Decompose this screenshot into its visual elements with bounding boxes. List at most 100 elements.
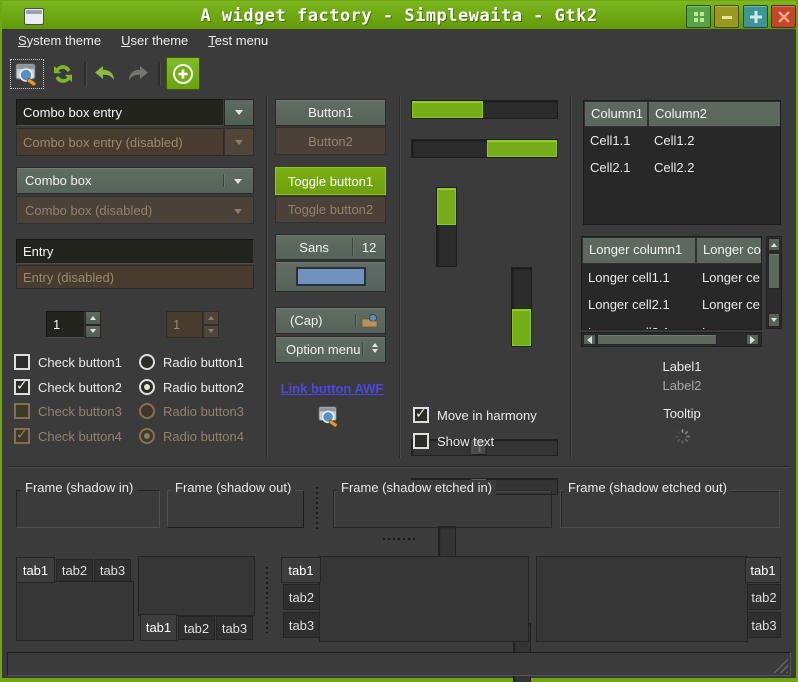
- spin-button[interactable]: [46, 311, 101, 338]
- vertical-scrollbar[interactable]: [766, 236, 782, 329]
- spinner-icon: [674, 428, 691, 448]
- scrollbar-thumb[interactable]: [768, 253, 780, 289]
- check-button-row: Check button4: [14, 428, 122, 444]
- minimize-button[interactable]: [714, 5, 739, 28]
- toolbar-undo-button[interactable]: [90, 59, 120, 89]
- column-header[interactable]: Longer col: [696, 237, 762, 264]
- radio-label: Radio button1: [163, 355, 244, 370]
- notebook1-page: [16, 581, 134, 641]
- tab[interactable]: tab2: [178, 616, 215, 640]
- progressbar-vertical-1: [436, 187, 457, 267]
- close-button[interactable]: [771, 5, 796, 28]
- radio: [139, 428, 155, 444]
- font-button[interactable]: Sans 12: [275, 234, 386, 260]
- app-window: A widget factory - Simplewaita - Gtk2 Sy…: [0, 0, 798, 682]
- checkbox-label: Check button3: [38, 404, 122, 419]
- treeview-2: Longer column1 Longer col Longer cell1.1…: [581, 236, 762, 330]
- scrollbar-thumb[interactable]: [597, 334, 717, 345]
- table-cell[interactable]: Cell2.2: [648, 156, 778, 179]
- table-cell[interactable]: Cell1.2: [648, 129, 778, 152]
- scroll-left-button[interactable]: [583, 334, 596, 345]
- radio-button-row: Radio button1: [139, 354, 244, 370]
- notebook2-page: [138, 556, 255, 616]
- entry-input[interactable]: [16, 239, 254, 264]
- checkbox: [14, 403, 30, 419]
- tab[interactable]: tab3: [94, 559, 131, 582]
- maximize-button[interactable]: [743, 5, 768, 28]
- spin-arrows[interactable]: [85, 311, 101, 338]
- checkbox[interactable]: [14, 354, 30, 370]
- tab[interactable]: tab1: [745, 557, 781, 583]
- tab[interactable]: tab2: [283, 584, 320, 610]
- menu-system-theme[interactable]: System theme: [8, 29, 111, 55]
- pane-separator: [570, 96, 571, 458]
- tab[interactable]: tab3: [747, 612, 781, 638]
- notebook3-page: [319, 556, 529, 642]
- restore-button[interactable]: [686, 5, 711, 28]
- resize-grip-icon[interactable]: [771, 656, 788, 673]
- spin-value-disabled-input: [166, 311, 203, 338]
- table-cell[interactable]: Longer cell2.1: [582, 293, 696, 316]
- table-cell[interactable]: Longer ce: [696, 293, 762, 316]
- frame-shadow-in: [16, 490, 160, 528]
- color-button[interactable]: [275, 261, 386, 292]
- progress-fill: [412, 101, 483, 118]
- tab[interactable]: tab1: [16, 557, 55, 583]
- horizontal-scrollbar[interactable]: [581, 332, 762, 347]
- table-cell[interactable]: Cell1.1: [584, 129, 648, 152]
- dotted-separator-vertical: [316, 487, 318, 532]
- toolbar-redo-button[interactable]: [123, 59, 153, 89]
- frame-label: Frame (shadow etched out): [564, 480, 731, 495]
- column-header[interactable]: Column1: [584, 101, 648, 127]
- scroll-right-button[interactable]: [746, 334, 759, 345]
- spin-down-icon[interactable]: [85, 325, 101, 339]
- tab[interactable]: tab1: [140, 614, 177, 641]
- menubar: System theme User theme Test menu: [2, 29, 796, 55]
- minimize-icon: [720, 10, 734, 24]
- tab[interactable]: tab3: [283, 612, 320, 638]
- menu-user-theme[interactable]: User theme: [111, 29, 198, 55]
- spin-value-input[interactable]: [46, 311, 85, 338]
- toolbar-screenshot-button[interactable]: [10, 59, 44, 89]
- updown-arrows-icon: [372, 343, 378, 353]
- link-button[interactable]: Link button AWF: [278, 381, 386, 396]
- tab[interactable]: tab2: [747, 584, 781, 610]
- checkbox[interactable]: [14, 379, 30, 395]
- scroll-down-button[interactable]: [768, 313, 780, 327]
- chevron-down-icon: [235, 110, 243, 115]
- checkbox[interactable]: [413, 407, 429, 423]
- chevron-down-icon: [234, 179, 242, 184]
- toggle-button1[interactable]: Toggle button1: [275, 167, 386, 195]
- button1[interactable]: Button1: [275, 99, 386, 126]
- maximize-plus-icon: [748, 9, 764, 25]
- spin-up-icon[interactable]: [85, 311, 101, 325]
- column-header[interactable]: Longer column1: [582, 237, 696, 264]
- table-cell[interactable]: Longer ce: [696, 266, 762, 289]
- combo-box-entry-input[interactable]: [16, 99, 224, 126]
- titlebar[interactable]: A widget factory - Simplewaita - Gtk2: [2, 1, 796, 29]
- column-header[interactable]: Column2: [648, 101, 781, 127]
- tooltip-label: Tooltip: [583, 406, 781, 421]
- tab[interactable]: tab3: [216, 616, 253, 640]
- menu-test-menu[interactable]: Test menu: [198, 29, 278, 55]
- radio[interactable]: [139, 379, 155, 395]
- toolbar-add-button[interactable]: [166, 57, 200, 90]
- table-cell[interactable]: Longer ce: [696, 321, 762, 330]
- toolbar-refresh-button[interactable]: [48, 59, 78, 89]
- tab[interactable]: tab1: [281, 557, 321, 583]
- window-title: A widget factory - Simplewaita - Gtk2: [2, 6, 796, 26]
- combo-box-entry-arrow[interactable]: [224, 99, 254, 126]
- tab[interactable]: tab2: [56, 559, 93, 582]
- frame-label: Frame (shadow in): [21, 480, 137, 495]
- progress-fill: [487, 140, 557, 157]
- close-x-icon: [777, 10, 791, 24]
- checkbox[interactable]: [413, 433, 429, 449]
- table-cell[interactable]: Longer cell1.1: [582, 266, 696, 289]
- radio[interactable]: [139, 354, 155, 370]
- combo-box[interactable]: Combo box: [16, 167, 254, 194]
- table-cell[interactable]: Longer cell3.1: [582, 321, 696, 330]
- option-menu[interactable]: Option menu: [275, 336, 386, 363]
- table-cell[interactable]: Cell2.1: [584, 156, 648, 179]
- scroll-up-button[interactable]: [768, 238, 780, 251]
- cap-button[interactable]: (Cap): [275, 307, 386, 334]
